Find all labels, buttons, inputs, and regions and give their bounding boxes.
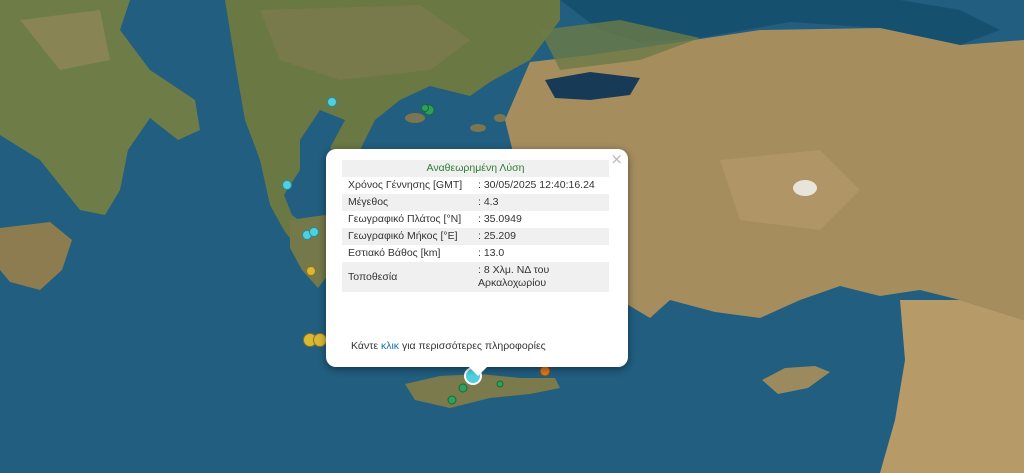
info-label: Εστιακό Βάθος [km] xyxy=(348,247,441,259)
more-info-prefix: Κάντε xyxy=(351,340,381,352)
info-value: : 35.0949 xyxy=(478,213,522,225)
popup-pointer xyxy=(468,366,488,376)
earthquake-marker[interactable] xyxy=(282,180,292,190)
earthquake-marker[interactable] xyxy=(313,333,327,347)
more-info-link[interactable]: κλικ xyxy=(381,340,399,352)
earthquake-marker[interactable] xyxy=(309,227,319,237)
popup-title: Αναθεωρημένη Λύση xyxy=(342,160,609,177)
info-value: : 8 Χλμ. ΝΔ του Αρκαλοχωρίου xyxy=(472,262,609,292)
earthquake-marker[interactable] xyxy=(496,380,504,388)
more-info-suffix: για περισσότερες πληροφορίες xyxy=(399,340,546,352)
earthquake-marker[interactable] xyxy=(421,104,429,112)
info-row-longitude: Γεωγραφικό Μήκος [°E] : 25.209 xyxy=(342,228,609,245)
info-row-latitude: Γεωγραφικό Πλάτος [°N] : 35.0949 xyxy=(342,211,609,228)
info-label: Μέγεθος xyxy=(342,194,472,211)
info-value: : 4.3 xyxy=(472,194,609,211)
earthquake-marker[interactable] xyxy=(539,365,551,377)
info-row-origin-time: Χρόνος Γέννησης [GMT] : 30/05/2025 12:40… xyxy=(342,177,609,194)
info-label: Γεωγραφικό Πλάτος [°N] xyxy=(348,213,462,225)
info-value: : 25.209 xyxy=(472,228,609,245)
info-label: Γεωγραφικό Μήκος [°E] xyxy=(342,228,472,245)
info-value: : 30/05/2025 12:40:16.24 xyxy=(478,179,595,191)
salt-lake xyxy=(793,180,817,196)
info-label: Χρόνος Γέννησης [GMT] xyxy=(348,179,463,191)
info-row-magnitude: Μέγεθος : 4.3 xyxy=(342,194,609,211)
info-value: : 13.0 xyxy=(478,247,505,259)
info-label: Τοποθεσία xyxy=(342,262,472,292)
close-icon[interactable]: × xyxy=(610,150,623,168)
more-info-text: Κάντε κλικ για περισσότερες πληροφορίες xyxy=(351,340,546,352)
earthquake-marker[interactable] xyxy=(458,383,468,393)
info-row-depth: Εστιακό Βάθος [km] : 13.0 xyxy=(342,245,609,262)
earthquake-marker[interactable] xyxy=(447,395,457,405)
earthquake-info-table: Αναθεωρημένη Λύση Χρόνος Γέννησης [GMT] … xyxy=(342,160,609,292)
earthquake-marker[interactable] xyxy=(306,266,316,276)
earthquake-info-popup: × Αναθεωρημένη Λύση Χρόνος Γέννησης [GMT… xyxy=(326,149,628,367)
info-row-location: Τοποθεσία : 8 Χλμ. ΝΔ του Αρκαλοχωρίου xyxy=(342,262,609,292)
earthquake-marker[interactable] xyxy=(327,97,337,107)
